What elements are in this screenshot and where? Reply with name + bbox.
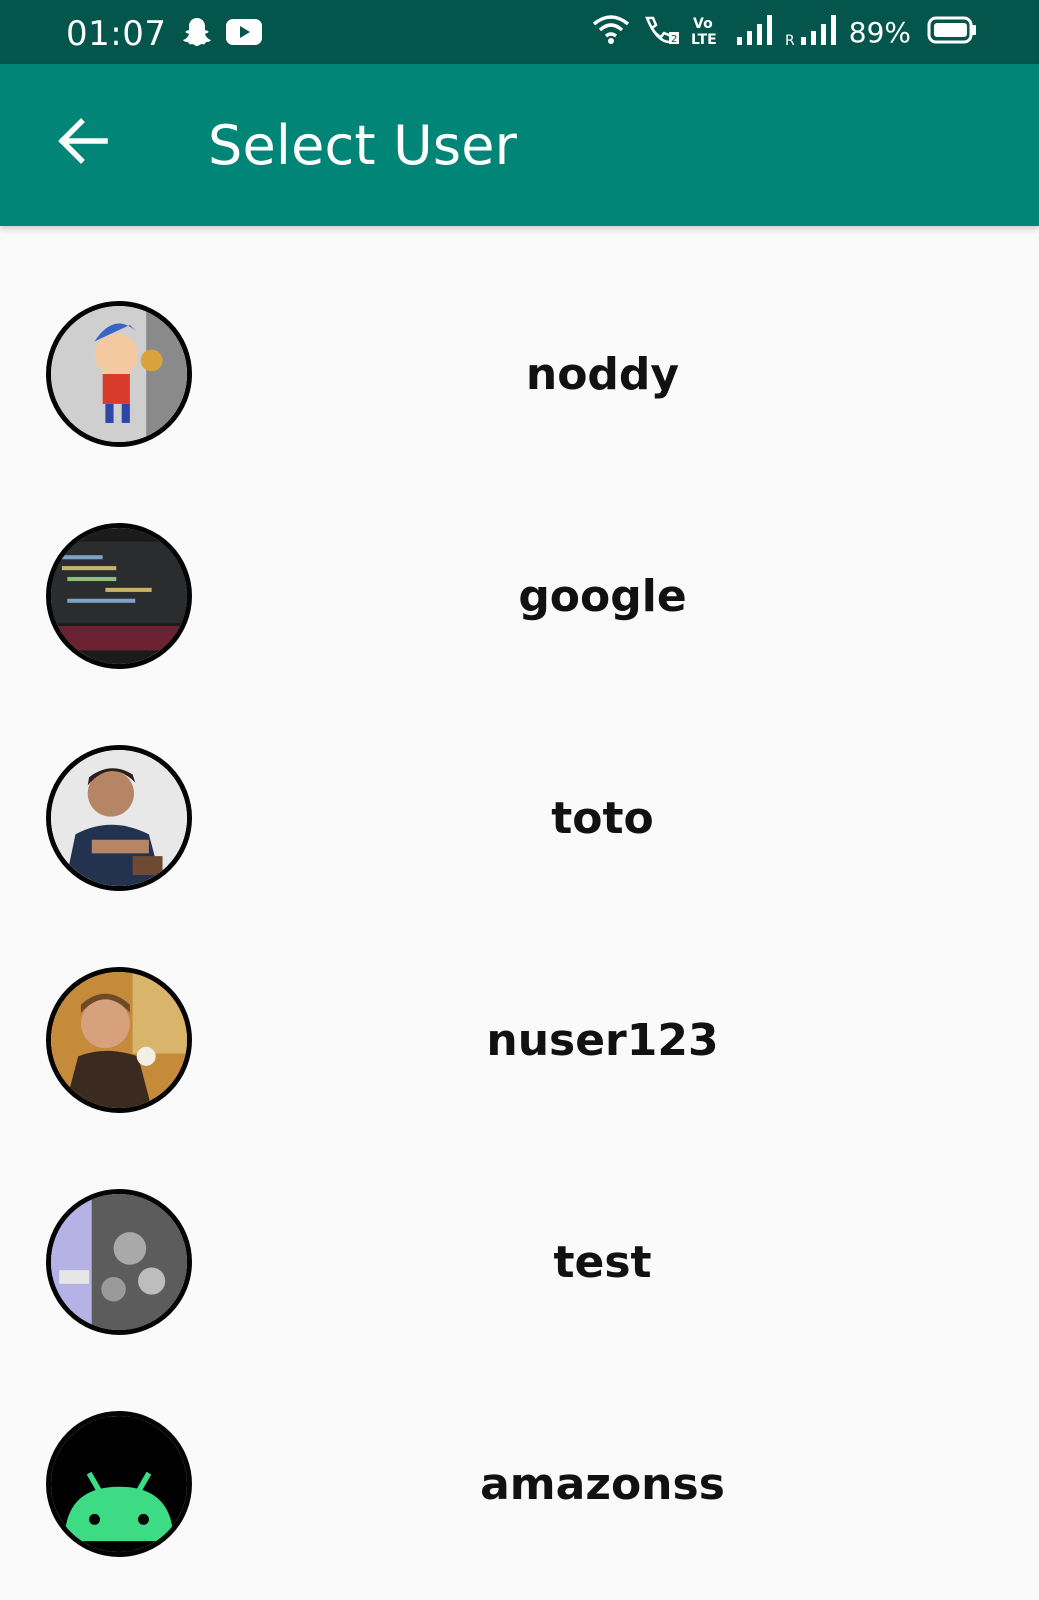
list-item[interactable]: toto [0,711,1039,933]
svg-text:LTE: LTE [691,32,717,46]
notification-icons [182,16,262,53]
roaming-signal-icon: R [785,15,839,50]
youtube-icon [226,19,262,50]
status-bar: 01:07 2 Vo LTE R 89% [0,0,1039,64]
user-name: google [518,571,687,622]
list-item[interactable]: google [0,489,1039,711]
svg-text:Vo: Vo [693,16,713,32]
user-name: toto [551,793,654,844]
system-status-icons: 2 Vo LTE R 89% [591,14,977,51]
user-name: nuser123 [486,1015,719,1066]
page-title: Select User [208,114,518,177]
avatar [46,1189,192,1335]
volte-icon: Vo LTE [691,14,727,51]
wifi-icon [591,14,631,51]
back-button[interactable] [44,104,122,182]
user-name: noddy [525,349,680,400]
list-item[interactable]: nuser123 [0,933,1039,1155]
svg-text:R: R [785,33,795,45]
snapchat-icon [182,16,212,53]
battery-icon [927,16,977,49]
status-time: 01:07 [66,14,167,54]
user-name: amazonss [480,1459,725,1510]
user-name: test [553,1237,652,1288]
user-list: noddy google toto nuser123 test amazonss [0,267,1039,1599]
list-item[interactable]: amazonss [0,1377,1039,1599]
list-item[interactable]: test [0,1155,1039,1377]
battery-percent: 89% [848,16,911,49]
arrow-left-icon [57,117,109,169]
avatar [46,745,192,891]
avatar [46,301,192,447]
list-item[interactable]: noddy [0,267,1039,489]
wifi-calling-icon: 2 [641,14,681,51]
avatar [46,1411,192,1557]
svg-text:2: 2 [671,34,677,45]
avatar [46,967,192,1113]
signal-icon [736,15,775,50]
app-bar: Select User [0,64,1039,226]
avatar [46,523,192,669]
